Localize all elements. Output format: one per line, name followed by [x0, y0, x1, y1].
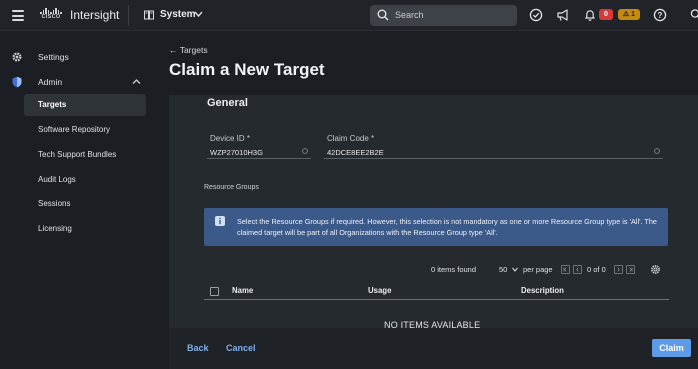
page-title: Claim a New Target [169, 60, 325, 79]
sidebar-item-label: Tech Support Bundles [38, 150, 117, 159]
chevron-down-icon[interactable] [512, 267, 518, 272]
info-icon [215, 216, 225, 226]
sidebar-item-licensing[interactable]: Licensing [24, 218, 146, 240]
top-bar: CISCO Intersight System Search 0 ⚠ 1 ? [0, 0, 698, 31]
search-input[interactable]: Search [370, 5, 517, 26]
sidebar-item-software-repository[interactable]: Software Repository [24, 119, 146, 141]
info-banner: Select the Resource Groups if required. … [204, 208, 668, 246]
next-page-icon[interactable] [614, 265, 623, 274]
sidebar-item-sessions[interactable]: Sessions [24, 193, 146, 215]
page-indicator: 0 of 0 [587, 265, 606, 274]
claim-code-underline [324, 158, 663, 159]
chevron-down-icon[interactable] [194, 10, 203, 18]
page-size-select[interactable]: 50 [499, 265, 507, 274]
previous-page-icon[interactable] [573, 265, 582, 274]
search-icon [377, 9, 389, 21]
per-page-label: per page [523, 265, 553, 274]
section-title: General [207, 97, 248, 109]
sidebar-item-label: Admin [38, 77, 63, 87]
device-id-field[interactable]: WZP27010H3G [210, 148, 263, 157]
breadcrumb-back-link[interactable]: ← Targets [169, 45, 208, 55]
sidebar-item-label: Targets [38, 100, 67, 109]
sidebar-item-label: Software Repository [38, 125, 111, 134]
critical-alarm-badge[interactable]: 0 [599, 9, 613, 20]
server-icon [144, 10, 154, 20]
sidebar-item-tech-support-bundles[interactable]: Tech Support Bundles [24, 144, 146, 166]
resource-groups-label: Resource Groups [204, 184, 259, 191]
column-header-usage[interactable]: Usage [368, 286, 391, 295]
back-button[interactable]: Back [187, 343, 209, 353]
sidebar-item-settings[interactable]: Settings [0, 46, 154, 68]
sidebar-item-label: Sessions [38, 199, 71, 208]
cancel-button[interactable]: Cancel [226, 343, 256, 353]
device-id-label: Device ID * [210, 134, 251, 143]
shield-icon [12, 76, 22, 88]
bell-icon[interactable] [583, 8, 597, 22]
search-placeholder: Search [395, 10, 424, 20]
sidebar-item-label: Licensing [38, 224, 72, 233]
menu-icon[interactable] [12, 10, 24, 21]
table-settings-gear-icon[interactable] [650, 264, 661, 275]
user-icon[interactable] [688, 8, 698, 22]
info-text: Select the Resource Groups if required. … [237, 217, 657, 237]
svg-text:?: ? [658, 11, 663, 20]
claim-code-label: Claim Code * [327, 134, 375, 143]
sidebar-item-admin[interactable]: Admin [0, 71, 154, 93]
warning-alarm-badge[interactable]: ⚠ 1 [618, 9, 640, 20]
check-circle-icon[interactable] [529, 8, 543, 22]
cisco-logo: CISCO [38, 8, 64, 23]
sidebar-item-audit-logs[interactable]: Audit Logs [24, 169, 146, 191]
column-header-description[interactable]: Description [521, 286, 564, 295]
help-icon[interactable]: ? [653, 8, 667, 22]
app-title: Intersight [70, 8, 120, 22]
claim-code-field[interactable]: 42DCE8EE2B2E [327, 148, 384, 157]
warning-count: 1 [631, 11, 636, 18]
table-header [204, 283, 669, 300]
last-page-icon[interactable] [626, 265, 635, 274]
first-page-icon[interactable] [561, 265, 570, 274]
chevron-up-icon[interactable] [132, 78, 141, 85]
device-id-underline [207, 158, 311, 159]
clear-field-icon[interactable] [302, 148, 308, 154]
sidebar-item-targets[interactable]: Targets [24, 94, 146, 116]
logo-word: CISCO [41, 14, 61, 20]
select-all-checkbox[interactable] [210, 287, 219, 296]
scope-selector[interactable]: System [160, 9, 196, 20]
sidebar-item-label: Settings [38, 52, 69, 62]
claim-button[interactable]: Claim [652, 339, 691, 357]
sidebar-item-label: Audit Logs [38, 175, 76, 184]
gear-icon [12, 52, 22, 62]
items-found-count: 0 items found [431, 265, 477, 274]
divider [128, 5, 129, 26]
column-header-name[interactable]: Name [232, 286, 253, 295]
clear-field-icon[interactable] [654, 148, 660, 154]
announcement-icon[interactable] [556, 8, 570, 22]
